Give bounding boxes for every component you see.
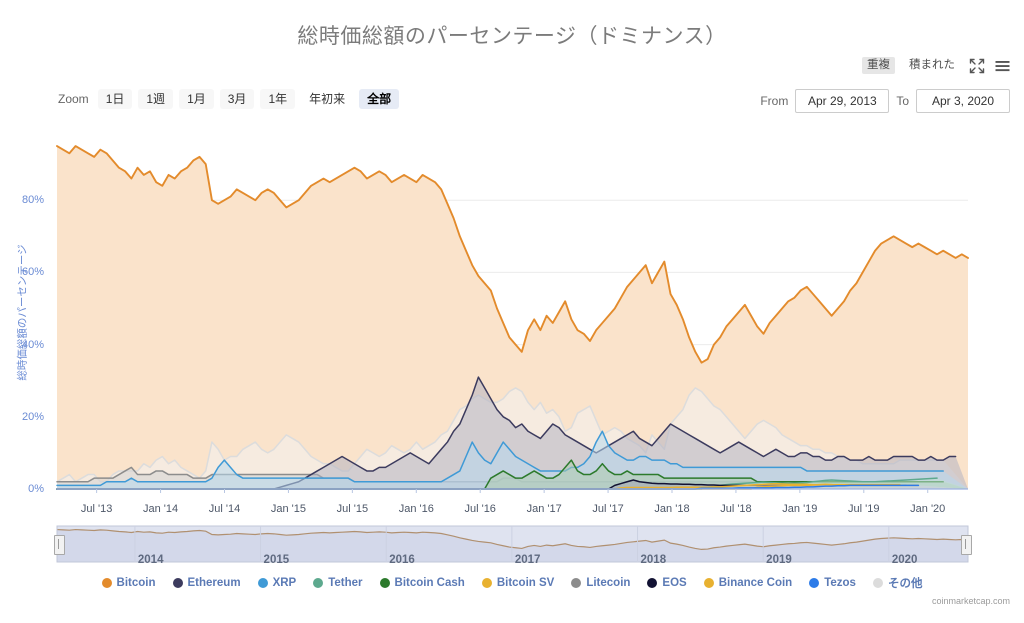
legend-item[interactable]: Bitcoin Cash <box>379 577 465 589</box>
page-title: 総時価総額のパーセンテージ（ドミナンス） <box>297 25 727 48</box>
from-date-input[interactable]: Apr 29, 2013 <box>795 89 890 113</box>
navigator-year-label: 2018 <box>640 554 667 566</box>
legend-item[interactable]: Litecoin <box>571 577 630 589</box>
legend-label: Tether <box>328 577 363 589</box>
chart-navigator[interactable]: 2014 2015 2016 2017 2018 2019 2020 <box>0 522 1024 568</box>
legend-item[interactable]: EOS <box>647 577 687 589</box>
legend-color-dot <box>257 578 268 588</box>
fullscreen-icon[interactable] <box>969 58 985 74</box>
range-button-3m[interactable]: 3月 <box>219 89 255 109</box>
legend-label: XRP <box>272 577 297 589</box>
legend-label: Tezos <box>824 577 856 589</box>
x-tick-label: Jul '19 <box>848 503 880 515</box>
range-button-1w[interactable]: 1週 <box>138 89 174 109</box>
legend-color-dot <box>809 578 820 588</box>
x-tick-label: Jul '13 <box>80 503 113 515</box>
legend-item[interactable]: Bitcoin <box>101 577 156 589</box>
navigator-year-label: 2020 <box>891 554 918 566</box>
legend-label: Bitcoin <box>116 577 156 589</box>
navigator-year-label: 2019 <box>766 554 792 566</box>
legend-label: Binance Coin <box>718 577 793 589</box>
range-button-1d[interactable]: 1日 <box>97 89 133 109</box>
plot-area: 総時価総額のパーセンテージ 0% 20% 40% 60% 80% Jul '13 Jan … <box>0 120 1024 520</box>
legend-label: Bitcoin SV <box>496 577 555 589</box>
x-tick-label: Jul '17 <box>592 503 624 515</box>
legend-color-dot <box>571 578 582 588</box>
legend-item[interactable]: Tether <box>313 577 363 589</box>
legend-item[interactable]: Ethereum <box>172 577 241 589</box>
legend-color-dot <box>481 578 492 588</box>
legend-color-dot <box>647 578 658 588</box>
range-button-1y[interactable]: 1年 <box>260 89 296 109</box>
chart-toolbar: 重複 積まれた <box>862 57 1010 74</box>
to-label: To <box>896 94 909 108</box>
legend-item[interactable]: XRP <box>257 577 297 589</box>
range-button-all[interactable]: 全部 <box>359 89 400 109</box>
navigator-handle-left[interactable] <box>54 535 65 555</box>
legend-item[interactable]: その他 <box>872 575 923 591</box>
area-series-canvas <box>56 145 969 493</box>
legend-color-dot <box>313 578 324 588</box>
legend-item[interactable]: Binance Coin <box>703 577 793 589</box>
navigator-year-label: 2017 <box>514 554 541 566</box>
navigator-handle-right[interactable] <box>961 535 972 555</box>
x-axis-tick-labels: Jul '13 Jan '14 Jul '14 Jan '15 Jul '15 Jan '… <box>0 495 1024 525</box>
x-tick-label: Jul '18 <box>720 503 752 515</box>
legend-color-dot <box>379 578 390 588</box>
date-range-inputs: From Apr 29, 2013 To Apr 3, 2020 <box>760 89 1010 113</box>
legend-label: Ethereum <box>187 577 241 589</box>
stacked-mode-button[interactable]: 積まれた <box>904 57 960 74</box>
navigator-year-label: 2016 <box>389 554 415 566</box>
legend-label: Litecoin <box>586 577 631 589</box>
x-tick-label: Jan '14 <box>142 503 179 515</box>
legend-color-dot <box>872 578 883 588</box>
credits-label: coinmarketcap.com <box>931 596 1010 606</box>
x-tick-label: Jul '14 <box>208 503 241 515</box>
dominance-chart-widget: 総時価総額のパーセンテージ（ドミナンス） 重複 積まれた Zoom 1日 1週 … <box>0 0 1024 623</box>
to-date-input[interactable]: Apr 3, 2020 <box>916 89 1010 113</box>
from-label: From <box>760 94 789 108</box>
x-tick-label: Jan '16 <box>398 503 434 515</box>
legend-label: その他 <box>887 578 923 590</box>
legend-color-dot <box>101 578 112 588</box>
x-tick-label: Jul '16 <box>464 503 496 515</box>
x-tick-label: Jan '18 <box>654 503 690 515</box>
x-tick-label: Jan '17 <box>526 503 562 515</box>
navigator-year-label: 2014 <box>137 554 164 566</box>
zoom-range-selector: Zoom 1日 1週 1月 3月 1年 年初来 全部 <box>58 89 400 109</box>
x-tick-label: Jan '15 <box>270 503 306 515</box>
legend-color-dot <box>703 578 714 588</box>
legend-color-dot <box>172 578 183 588</box>
overlap-mode-button[interactable]: 重複 <box>862 57 895 74</box>
x-tick-label: Jan '19 <box>782 503 818 515</box>
navigator-year-label: 2015 <box>263 554 290 566</box>
range-button-ytd[interactable]: 年初来 <box>301 89 353 109</box>
legend-item[interactable]: Bitcoin SV <box>481 577 555 589</box>
range-button-1m[interactable]: 1月 <box>179 89 214 109</box>
chart-legend: Bitcoin Ethereum XRP Tether Bitcoin Cash Bitc… <box>0 575 1024 591</box>
zoom-label: Zoom <box>58 92 89 106</box>
x-tick-label: Jul '15 <box>336 503 369 515</box>
hamburger-menu-icon[interactable] <box>994 58 1010 74</box>
legend-label: EOS <box>662 577 687 589</box>
legend-label: Bitcoin Cash <box>394 577 465 589</box>
legend-item[interactable]: Tezos <box>809 577 856 589</box>
x-tick-label: Jan '20 <box>910 503 946 515</box>
